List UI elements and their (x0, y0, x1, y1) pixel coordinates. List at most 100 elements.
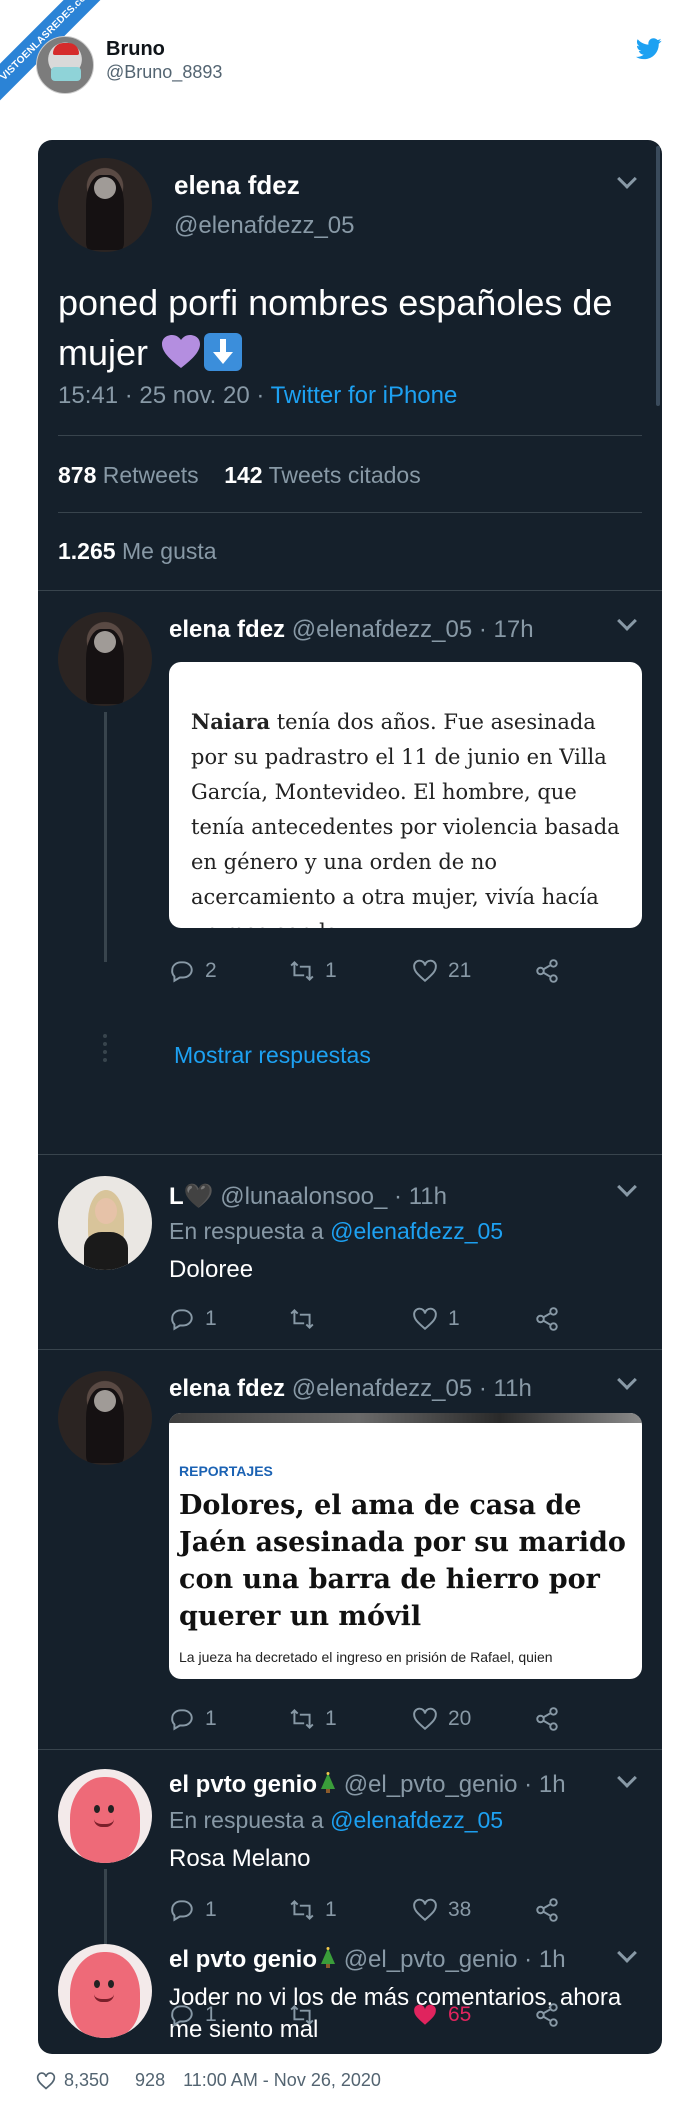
main-tweet-author-handle[interactable]: @elenafdezz_05 (174, 212, 355, 240)
chevron-down-icon[interactable] (617, 1370, 637, 1390)
quotes-count[interactable]: 142 (224, 462, 262, 488)
divider (58, 512, 642, 513)
likes-label[interactable]: Me gusta (122, 538, 217, 564)
main-tweet-timestamp: 15:41 · 25 nov. 20 · (58, 382, 271, 409)
reply-handle-time[interactable]: @lunaalonsoo_ · 11h (220, 1183, 447, 1210)
author-avatar[interactable] (36, 36, 94, 94)
embed-footer: 8,350 928 11:00 AM - Nov 26, 2020 (36, 2070, 381, 2091)
news-screenshot-card[interactable]: Naiara tenía dos años. Fue asesinada por… (169, 662, 642, 928)
reply-header: elena fdez @elenafdezz_05 · 11h (169, 1375, 532, 1403)
reply-tweet[interactable]: elena fdez @elenafdezz_05 · 17h Naiara t… (38, 590, 662, 1180)
retweet-button[interactable] (289, 1304, 325, 1334)
avatar-body (84, 1232, 128, 1270)
retweet-count: 1 (325, 1707, 337, 1730)
divider (58, 435, 642, 436)
share-icon (536, 1307, 558, 1331)
retweets-label[interactable]: Retweets (103, 462, 199, 488)
reply-header: L🖤 @lunaalonsoo_ · 11h (169, 1182, 447, 1211)
retweet-button[interactable]: 1 (289, 1895, 337, 1925)
reply-avatar[interactable] (58, 1371, 152, 1465)
main-tweet-stats-row: 878 Retweets 142 Tweets citados (58, 462, 421, 489)
christmas-tree-icon (321, 1947, 336, 1968)
author-handle[interactable]: @Bruno_8893 (106, 62, 222, 83)
purple-heart-icon (162, 335, 201, 368)
heart-icon (413, 1307, 437, 1331)
main-tweet-author-name[interactable]: elena fdez (174, 170, 300, 201)
like-count: 1 (448, 1307, 460, 1330)
reply-avatar[interactable] (58, 1944, 152, 2038)
heart-icon (413, 1707, 437, 1731)
reply-author-name[interactable]: elena fdez (169, 616, 285, 643)
reply-author-name[interactable]: el pvto genio (169, 1946, 317, 1973)
embed-timestamp[interactable]: 11:00 AM - Nov 26, 2020 (183, 2070, 381, 2091)
author-name[interactable]: Bruno (106, 38, 165, 61)
scrollbar[interactable] (656, 146, 660, 406)
reply-author-name[interactable]: elena fdez (169, 1375, 285, 1402)
chevron-down-icon[interactable] (617, 611, 637, 631)
share-button[interactable] (534, 1895, 570, 1925)
embed-replies-count[interactable]: 928 (135, 2070, 165, 2091)
share-icon (536, 1707, 558, 1731)
reply-avatar[interactable] (58, 612, 152, 706)
share-button[interactable] (534, 1704, 570, 1734)
in-reply-to-link[interactable]: @elenafdezz_05 (330, 1807, 503, 1833)
reply-avatar[interactable] (58, 1769, 152, 1863)
down-arrow-icon (204, 333, 243, 371)
in-reply-to-link[interactable]: @elenafdezz_05 (330, 1218, 503, 1244)
share-icon (536, 2003, 558, 2027)
main-tweet-meta: 15:41 · 25 nov. 20 · Twitter for iPhone (58, 382, 457, 410)
reply-handle-time[interactable]: @elenafdezz_05 · 11h (292, 1375, 532, 1402)
reply-handle-time[interactable]: @el_pvto_genio · 1h (344, 1771, 566, 1798)
reply-count: 1 (205, 2003, 217, 2026)
news-screenshot-card[interactable]: REPORTAJES Dolores, el ama de casa de Ja… (169, 1413, 642, 1679)
chevron-down-icon[interactable] (617, 1943, 637, 1963)
reply-handle-time[interactable]: @el_pvto_genio · 1h (344, 1946, 566, 1973)
news-card-name: Naiara (191, 709, 271, 734)
retweet-button[interactable]: 1 (289, 1704, 337, 1734)
share-icon (536, 1898, 558, 1922)
quotes-label[interactable]: Tweets citados (269, 462, 421, 488)
reply-tweet[interactable]: el pvto genio @el_pvto_genio · 1h En res… (38, 1749, 662, 1949)
heart-icon (413, 1898, 437, 1922)
reply-text: Rosa Melano (169, 1845, 311, 1872)
reply-author-name[interactable]: L🖤 (169, 1183, 214, 1210)
like-button[interactable]: 20 (412, 1704, 471, 1734)
like-button[interactable]: 38 (412, 1895, 471, 1925)
reply-button[interactable]: 1 (169, 1895, 217, 1925)
chevron-down-icon[interactable] (617, 1177, 637, 1197)
retweets-count[interactable]: 878 (58, 462, 96, 488)
news-card-excerpt: La jueza ha decretado el ingreso en pris… (179, 1649, 553, 1665)
avatar-eye (108, 1980, 114, 1988)
reply-button[interactable]: 1 (169, 1304, 217, 1334)
show-replies-link[interactable]: Mostrar respuestas (174, 1042, 371, 1069)
chevron-down-icon[interactable] (617, 169, 637, 189)
reply-tweet[interactable]: L🖤 @lunaalonsoo_ · 11h En respuesta a @e… (38, 1154, 662, 1349)
avatar-eye (94, 1980, 100, 1988)
reply-tweet[interactable]: elena fdez @elenafdezz_05 · 11h REPORTAJ… (38, 1349, 662, 1749)
retweet-button[interactable] (289, 2000, 325, 2030)
reply-author-name[interactable]: el pvto genio (169, 1771, 317, 1798)
in-reply-to: En respuesta a @elenafdezz_05 (169, 1807, 503, 1834)
in-reply-label: En respuesta a (169, 1807, 331, 1833)
share-button[interactable] (534, 2000, 570, 2030)
share-button[interactable] (534, 1304, 570, 1334)
retweet-count: 1 (325, 1898, 337, 1921)
reply-handle-time[interactable]: @elenafdezz_05 · 17h (292, 616, 534, 643)
reply-button[interactable]: 1 (169, 2000, 217, 2030)
avatar-eye (94, 1805, 100, 1813)
like-button[interactable]: 1 (412, 1304, 460, 1334)
thread-dots (102, 1034, 108, 1066)
main-tweet-client-link[interactable]: Twitter for iPhone (271, 382, 458, 409)
twitter-bird-icon[interactable] (636, 38, 662, 60)
main-tweet-avatar[interactable] (58, 158, 152, 252)
like-button[interactable]: 65 (412, 2000, 471, 2030)
heart-icon[interactable] (36, 2071, 56, 2091)
reply-button[interactable]: 1 (169, 1704, 217, 1734)
embed-likes-count[interactable]: 8,350 (64, 2070, 109, 2091)
avatar-face (95, 1198, 117, 1224)
reply-avatar[interactable] (58, 1176, 152, 1270)
reply-count: 1 (205, 1707, 217, 1730)
chevron-down-icon[interactable] (617, 1768, 637, 1788)
likes-count[interactable]: 1.265 (58, 538, 116, 564)
reply-tweet[interactable]: el pvto genio @el_pvto_genio · 1h Joder … (38, 1943, 662, 2054)
